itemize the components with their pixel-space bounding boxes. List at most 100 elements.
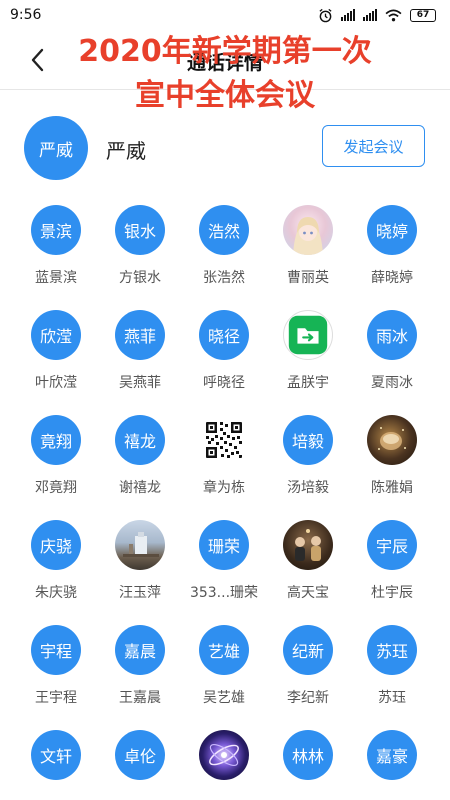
member-name: 吴燕菲: [119, 375, 161, 391]
member-item[interactable]: 章为栋: [182, 410, 266, 515]
member-item[interactable]: 陈雅娟: [350, 410, 434, 515]
member-avatar: 林林: [283, 730, 333, 780]
member-item[interactable]: 禧龙 谢禧龙: [98, 410, 182, 515]
member-avatar: 嘉晨: [115, 625, 165, 675]
member-item[interactable]: 雨冰 夏雨冰: [350, 305, 434, 410]
member-item[interactable]: 林林: [266, 725, 350, 800]
member-item[interactable]: 燕菲 吴燕菲: [98, 305, 182, 410]
member-item[interactable]: 嘉晨 王嘉晨: [98, 620, 182, 725]
member-item[interactable]: 庆骁 朱庆骁: [14, 515, 98, 620]
alarm-icon: [319, 8, 332, 22]
galaxy-photo-icon: [209, 743, 239, 767]
member-avatar: 银水: [115, 205, 165, 255]
member-item[interactable]: 竟翔 邓竟翔: [14, 410, 98, 515]
member-item[interactable]: 浩然 张浩然: [182, 200, 266, 305]
member-item[interactable]: 汪玉萍: [98, 515, 182, 620]
member-avatar-photo: [199, 730, 249, 780]
member-item[interactable]: 晓径 呼晓径: [182, 305, 266, 410]
member-name: 王嘉晨: [119, 690, 161, 706]
wifi-icon: [385, 9, 402, 21]
member-item[interactable]: 艺雄 吴艺雄: [182, 620, 266, 725]
member-avatar-photo: [199, 415, 249, 465]
member-item[interactable]: [182, 725, 266, 800]
member-name: 蓝景滨: [35, 270, 77, 286]
member-name: 汪玉萍: [119, 585, 161, 601]
member-item[interactable]: 欣滢 叶欣滢: [14, 305, 98, 410]
host-row: 严威 严威 发起会议: [0, 90, 450, 200]
member-avatar: 竟翔: [31, 415, 81, 465]
member-avatar: 燕菲: [115, 310, 165, 360]
cup-photo-icon: [378, 427, 406, 450]
member-item[interactable]: 卓伦: [98, 725, 182, 800]
member-avatar-photo: [283, 205, 333, 255]
member-avatar-photo: [115, 520, 165, 570]
member-item[interactable]: 银水 方银水: [98, 200, 182, 305]
member-name: 曹丽英: [287, 270, 329, 286]
member-avatar: 艺雄: [199, 625, 249, 675]
member-avatar: 纪新: [283, 625, 333, 675]
member-item[interactable]: 曹丽英: [266, 200, 350, 305]
member-name: 苏珏: [378, 690, 406, 706]
qr-code-icon: [199, 415, 249, 465]
member-item[interactable]: 宇辰 杜宇辰: [350, 515, 434, 620]
host-avatar[interactable]: 严威: [24, 116, 88, 180]
member-name: 张浩然: [203, 270, 245, 286]
member-avatar: 景滨: [31, 205, 81, 255]
member-avatar-photo: [283, 310, 333, 360]
status-icons: 67: [318, 8, 436, 23]
member-name: 章为栋: [203, 480, 245, 496]
member-name: 孟朕宇: [287, 375, 329, 391]
member-avatar: 欣滢: [31, 310, 81, 360]
member-avatar-photo: [367, 415, 417, 465]
member-item[interactable]: 嘉豪: [350, 725, 434, 800]
member-name: 李纪新: [287, 690, 329, 706]
signal-icon: [363, 9, 377, 21]
member-item[interactable]: 纪新 李纪新: [266, 620, 350, 725]
member-avatar: 苏珏: [367, 625, 417, 675]
member-name: 薛晓婷: [371, 270, 413, 286]
member-name: 呼晓径: [203, 375, 245, 391]
signal-icon: [341, 9, 355, 21]
member-name: 吴艺雄: [203, 690, 245, 706]
people-photo-icon: [295, 529, 321, 561]
member-avatar: 培毅: [283, 415, 333, 465]
member-name: 高天宝: [287, 585, 329, 601]
member-name: 谢禧龙: [119, 480, 161, 496]
start-meeting-button[interactable]: 发起会议: [322, 125, 425, 167]
member-name: 汤培毅: [287, 480, 329, 496]
overlay-caption-line1: 2020年新学期第一次: [78, 34, 372, 69]
member-name: 杜宇辰: [371, 585, 413, 601]
member-avatar: 禧龙: [115, 415, 165, 465]
member-avatar: 浩然: [199, 205, 249, 255]
member-item[interactable]: 珊荣 353...珊荣: [182, 515, 266, 620]
member-avatar: 晓径: [199, 310, 249, 360]
member-avatar: 晓婷: [367, 205, 417, 255]
member-item[interactable]: 高天宝: [266, 515, 350, 620]
battery-icon: 67: [410, 8, 436, 22]
file-transfer-icon: [288, 315, 328, 355]
member-name: 陈雅娟: [371, 480, 413, 496]
anime-portrait-icon: [293, 217, 323, 255]
member-item[interactable]: 苏珏 苏珏: [350, 620, 434, 725]
member-avatar: 宇程: [31, 625, 81, 675]
member-item[interactable]: 宇程 王宇程: [14, 620, 98, 725]
member-item[interactable]: 孟朕宇: [266, 305, 350, 410]
status-time: 9:56: [10, 7, 42, 23]
host-name: 严威: [106, 139, 146, 163]
member-avatar: 宇辰: [367, 520, 417, 570]
member-item[interactable]: 文轩: [14, 725, 98, 800]
member-name: 夏雨冰: [371, 375, 413, 391]
member-name: 方银水: [119, 270, 161, 286]
member-avatar: 嘉豪: [367, 730, 417, 780]
pier-photo-icon: [123, 532, 159, 557]
member-item[interactable]: 培毅 汤培毅: [266, 410, 350, 515]
member-item[interactable]: 晓婷 薛晓婷: [350, 200, 434, 305]
member-avatar: 雨冰: [367, 310, 417, 360]
member-avatar: 庆骁: [31, 520, 81, 570]
member-name: 叶欣滢: [35, 375, 77, 391]
member-avatar: 卓伦: [115, 730, 165, 780]
member-grid: 景滨 蓝景滨 银水 方银水 浩然 张浩然 曹丽英 晓婷 薛晓婷 欣滢 叶欣滢 燕菲 吴燕菲 …: [14, 200, 434, 800]
member-name: 邓竟翔: [35, 480, 77, 496]
member-item[interactable]: 景滨 蓝景滨: [14, 200, 98, 305]
status-bar: 9:56 67: [0, 0, 450, 30]
